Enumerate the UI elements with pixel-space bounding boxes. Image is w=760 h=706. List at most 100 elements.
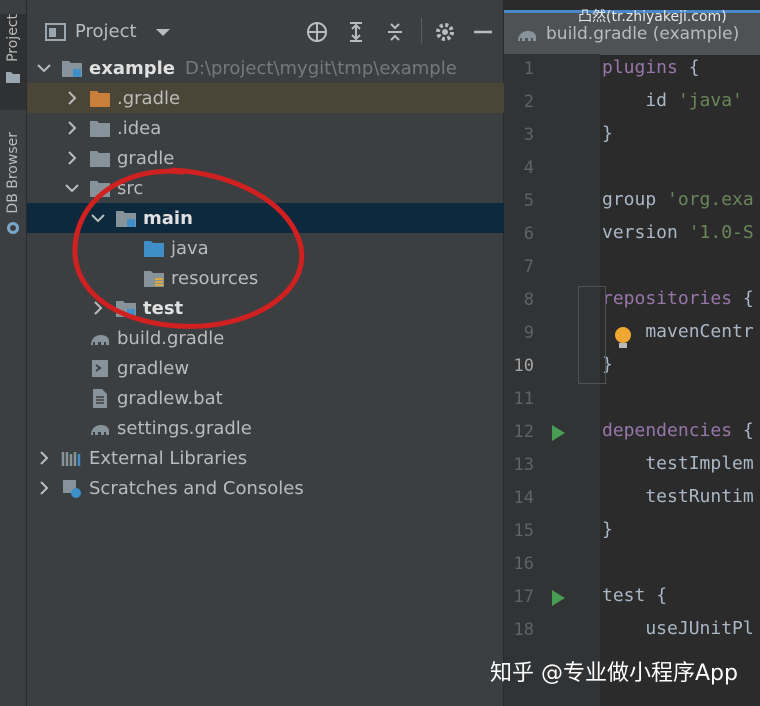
expand-all-icon[interactable] (344, 20, 368, 44)
code-line[interactable]: group 'org.exa (602, 189, 754, 210)
tree-item-label: resources (171, 267, 259, 289)
db-browser-tool-tab[interactable]: DB Browser (0, 132, 26, 252)
module-folder-icon (62, 61, 82, 77)
chevron-right-icon[interactable] (37, 451, 51, 465)
chevron-right-icon[interactable] (91, 301, 105, 315)
line-number: 8 (523, 290, 534, 310)
chevron-right-icon[interactable] (65, 121, 79, 135)
tree-item-label: test (143, 297, 184, 319)
chevron-right-icon[interactable] (65, 151, 79, 165)
line-number: 17 (513, 587, 534, 607)
tree-item-scratches[interactable]: Scratches and Consoles (27, 473, 513, 503)
project-view-icon (45, 23, 66, 41)
collapse-all-icon[interactable] (383, 20, 407, 44)
code-token: dependencies (602, 420, 733, 441)
folder-icon (90, 151, 110, 167)
chevron-right-icon[interactable] (65, 91, 79, 105)
code-line[interactable]: } (602, 519, 613, 540)
project-tool-tab[interactable]: Project (0, 14, 26, 110)
line-number: 5 (523, 191, 534, 211)
code-token: test (602, 585, 646, 606)
run-gutter-icon[interactable] (550, 589, 566, 607)
code-token: version (602, 222, 689, 243)
run-gutter-icon[interactable] (550, 424, 566, 442)
chevron-down-icon[interactable] (155, 28, 171, 38)
chevron-down-icon[interactable] (91, 211, 105, 225)
toolbar-divider (421, 18, 422, 44)
tree-item-label: .gradle (117, 87, 181, 109)
code-line[interactable]: useJUnitPl (602, 618, 753, 639)
database-icon (7, 221, 19, 234)
tree-item-label: External Libraries (89, 447, 248, 469)
tree-item-test[interactable]: test (27, 293, 567, 323)
code-line[interactable]: testImplem (602, 453, 754, 474)
code-token: testRuntim (602, 486, 754, 507)
source-folder-icon (144, 241, 164, 257)
tree-item-label: .idea (117, 117, 162, 139)
line-number: 7 (523, 257, 534, 277)
code-token: { (732, 288, 754, 309)
tree-item-label: settings.gradle (117, 417, 252, 439)
code-line[interactable]: testRuntim (602, 486, 754, 507)
code-line[interactable]: version '1.0-S (602, 222, 754, 243)
line-number: 15 (513, 521, 534, 541)
code-line[interactable]: id 'java' (602, 90, 743, 111)
gradle-elephant-icon (91, 425, 109, 435)
code-token: repositories (602, 288, 733, 309)
line-number: 18 (513, 620, 534, 640)
lightbulb-icon[interactable] (612, 326, 634, 350)
chevron-down-icon[interactable] (37, 61, 51, 75)
line-number: 13 (513, 455, 534, 475)
tree-item-idea[interactable]: .idea (27, 113, 541, 143)
locate-icon[interactable] (305, 20, 329, 44)
tree-item-main[interactable]: main (27, 203, 567, 233)
gradle-elephant-icon (518, 31, 536, 41)
tree-item-label: src (117, 177, 144, 199)
code-token: '1.0-S (688, 222, 754, 243)
tree-item-src[interactable]: src (27, 173, 541, 203)
line-number: 10 (513, 356, 534, 376)
project-toolbar: Project (27, 0, 503, 50)
code-line[interactable]: plugins { (602, 57, 700, 78)
chevron-right-icon[interactable] (37, 481, 51, 495)
module-folder-icon (116, 211, 136, 227)
project-view-title[interactable]: Project (75, 21, 137, 42)
excluded-folder-icon (90, 91, 110, 107)
code-token: 'org.exa (667, 189, 754, 210)
code-token: group (602, 189, 668, 210)
scratches-icon (63, 480, 81, 498)
library-icon (61, 452, 81, 466)
code-token: } (602, 519, 613, 540)
tree-item-gradlew[interactable]: gradlew (27, 353, 565, 383)
gradle-elephant-icon (91, 335, 109, 345)
code-line[interactable]: test { (602, 585, 667, 606)
minimize-icon[interactable] (471, 20, 495, 44)
tree-item-gradle[interactable]: gradle (27, 143, 541, 173)
code-line[interactable]: dependencies { (602, 420, 754, 441)
tree-item-path: D:\project\mygit\tmp\example (184, 57, 457, 79)
gear-icon[interactable] (433, 20, 457, 44)
editor-tab-label: build.gradle (example) (546, 24, 740, 44)
tool-window-strip: Project DB Browser (0, 0, 27, 706)
chevron-down-icon[interactable] (65, 181, 79, 195)
line-number: 2 (523, 92, 534, 112)
folder-icon (6, 71, 20, 83)
tree-item-build-gradle[interactable]: build.gradle (27, 323, 565, 353)
line-number: 1 (523, 59, 534, 79)
tree-item-label: gradlew (117, 357, 190, 379)
tree-item-gradlew-bat[interactable]: gradlew.bat (27, 383, 565, 413)
code-line[interactable]: } (602, 123, 613, 144)
code-line[interactable]: repositories { (602, 288, 754, 309)
tree-item-settings-gradle[interactable]: settings.gradle (27, 413, 565, 443)
code-token: testImplem (602, 453, 754, 474)
resources-folder-icon (144, 271, 164, 287)
line-number: 11 (513, 389, 534, 409)
code-token: plugins (602, 57, 678, 78)
text-file-icon (93, 389, 107, 408)
tree-item-external-libraries[interactable]: External Libraries (27, 443, 513, 473)
folder-icon (90, 181, 110, 197)
tree-item-dot-gradle[interactable]: .gradle (27, 83, 541, 113)
tree-item-example[interactable]: example D:\project\mygit\tmp\example (27, 53, 513, 83)
line-number: 9 (523, 323, 534, 343)
code-token: { (677, 57, 700, 78)
